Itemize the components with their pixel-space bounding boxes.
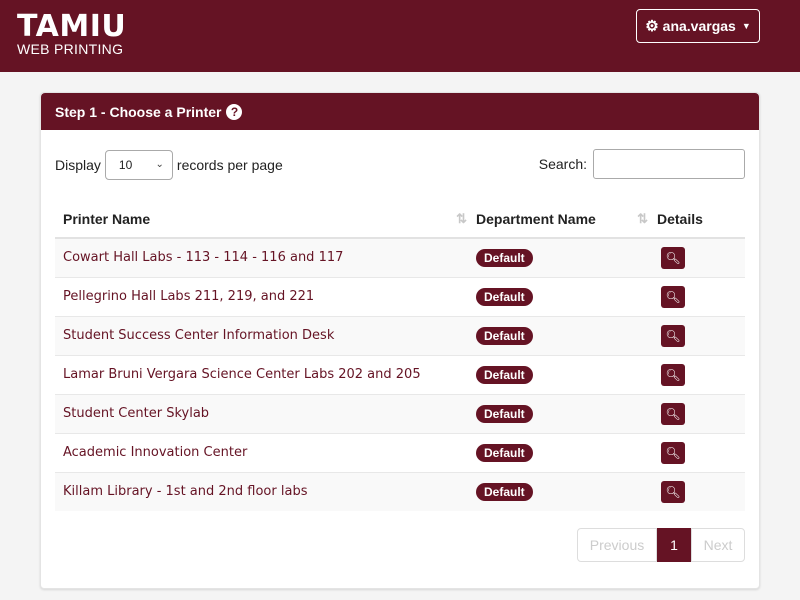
- column-header-printer-name[interactable]: Printer Name ⇅: [55, 200, 468, 239]
- page-size-select[interactable]: 10 ⌄: [104, 150, 173, 180]
- page-1-button[interactable]: 1: [657, 528, 691, 562]
- printers-table: Printer Name ⇅ Department Name ⇅ Details C…: [55, 200, 745, 511]
- records-label: records per page: [176, 157, 283, 173]
- printer-name-cell[interactable]: Killam Library - 1st and 2nd floor labs: [55, 471, 468, 511]
- department-badge: Default: [476, 287, 533, 306]
- search-icon: 🔍︎: [665, 445, 681, 460]
- details-button[interactable]: 🔍︎: [661, 324, 685, 347]
- sort-icon: ⇅: [637, 211, 648, 226]
- details-button[interactable]: 🔍︎: [661, 246, 685, 269]
- sort-icon: ⇅: [456, 211, 467, 226]
- panel-header: Step 1 - Choose a Printer ?: [41, 93, 759, 130]
- department-cell: Default: [468, 393, 649, 433]
- search-icon: 🔍︎: [665, 484, 681, 499]
- help-icon[interactable]: ?: [226, 103, 243, 120]
- next-page-button[interactable]: Next: [691, 528, 745, 562]
- department-badge: Default: [476, 365, 533, 384]
- brand-subtitle: WEB PRINTING: [17, 41, 124, 57]
- table-row: Pellegrino Hall Labs 211, 219, and 221 De…: [55, 276, 745, 316]
- column-header-details: Details: [649, 200, 745, 239]
- details-cell: 🔍︎: [649, 276, 745, 316]
- column-header-department-name[interactable]: Department Name ⇅: [468, 200, 649, 239]
- table-controls: Display 10 ⌄ records per page Search:: [55, 149, 745, 180]
- gear-icon: ⚙: [645, 17, 659, 35]
- department-badge: Default: [476, 482, 533, 501]
- details-cell: 🔍︎: [649, 315, 745, 355]
- table-row: Cowart Hall Labs - 113 - 114 - 116 and 1…: [55, 237, 745, 277]
- search-icon: 🔍︎: [665, 367, 681, 382]
- page-size-value: 10: [118, 158, 133, 172]
- department-cell: Default: [468, 237, 649, 277]
- printer-name-cell[interactable]: Cowart Hall Labs - 113 - 114 - 116 and 1…: [55, 237, 468, 277]
- chevron-down-icon: ⌄: [155, 159, 164, 170]
- table-header-row: Printer Name ⇅ Department Name ⇅ Details: [55, 200, 745, 239]
- search-label: Search:: [538, 156, 587, 172]
- details-button[interactable]: 🔍︎: [661, 441, 685, 464]
- search-control: Search:: [539, 149, 745, 179]
- printer-name-cell[interactable]: Student Success Center Information Desk: [55, 315, 468, 355]
- search-icon: 🔍︎: [665, 289, 681, 304]
- details-cell: 🔍︎: [649, 354, 745, 394]
- department-cell: Default: [468, 354, 649, 394]
- brand-logo[interactable]: TAMIU WEB PRINTING: [17, 9, 127, 57]
- search-input[interactable]: [593, 149, 745, 179]
- details-button[interactable]: 🔍︎: [661, 363, 685, 386]
- department-badge: Default: [476, 404, 533, 423]
- details-cell: 🔍︎: [649, 393, 745, 433]
- pagination: Previous 1 Next: [577, 528, 745, 562]
- department-cell: Default: [468, 432, 649, 472]
- department-cell: Default: [468, 471, 649, 511]
- top-navbar: TAMIU WEB PRINTING ⚙ ana.vargas ▼: [0, 0, 800, 72]
- display-label: Display: [55, 157, 101, 173]
- department-cell: Default: [468, 315, 649, 355]
- department-badge: Default: [476, 248, 533, 267]
- search-icon: 🔍︎: [665, 328, 681, 343]
- caret-down-icon: ▼: [741, 21, 751, 31]
- search-icon: 🔍︎: [665, 406, 681, 421]
- printer-name-cell[interactable]: Academic Innovation Center: [55, 432, 468, 472]
- table-row: Student Center Skylab Default 🔍︎: [55, 393, 745, 433]
- details-cell: 🔍︎: [649, 237, 745, 277]
- table-row: Killam Library - 1st and 2nd floor labs D…: [55, 471, 745, 511]
- user-name: ana.vargas: [662, 18, 736, 34]
- panel-title: Step 1 - Choose a Printer: [55, 103, 222, 120]
- page-length-control: Display 10 ⌄ records per page: [55, 150, 283, 180]
- table-row: Student Success Center Information Desk D…: [55, 315, 745, 355]
- department-cell: Default: [468, 276, 649, 316]
- user-menu-button[interactable]: ⚙ ana.vargas ▼: [636, 9, 760, 43]
- printer-name-cell[interactable]: Student Center Skylab: [55, 393, 468, 433]
- table-row: Academic Innovation Center Default 🔍︎: [55, 432, 745, 472]
- details-button[interactable]: 🔍︎: [661, 402, 685, 425]
- details-cell: 🔍︎: [649, 471, 745, 511]
- details-button[interactable]: 🔍︎: [661, 285, 685, 308]
- printer-name-cell[interactable]: Pellegrino Hall Labs 211, 219, and 221: [55, 276, 468, 316]
- department-badge: Default: [476, 443, 533, 462]
- brand-name: TAMIU: [17, 9, 127, 44]
- details-button[interactable]: 🔍︎: [661, 480, 685, 503]
- department-badge: Default: [476, 326, 533, 345]
- previous-page-button[interactable]: Previous: [577, 528, 657, 562]
- table-row: Lamar Bruni Vergara Science Center Labs …: [55, 354, 745, 394]
- details-cell: 🔍︎: [649, 432, 745, 472]
- printer-panel: Step 1 - Choose a Printer ? Display 10 ⌄…: [40, 92, 760, 589]
- search-icon: 🔍︎: [665, 250, 681, 265]
- printer-name-cell[interactable]: Lamar Bruni Vergara Science Center Labs …: [55, 354, 468, 394]
